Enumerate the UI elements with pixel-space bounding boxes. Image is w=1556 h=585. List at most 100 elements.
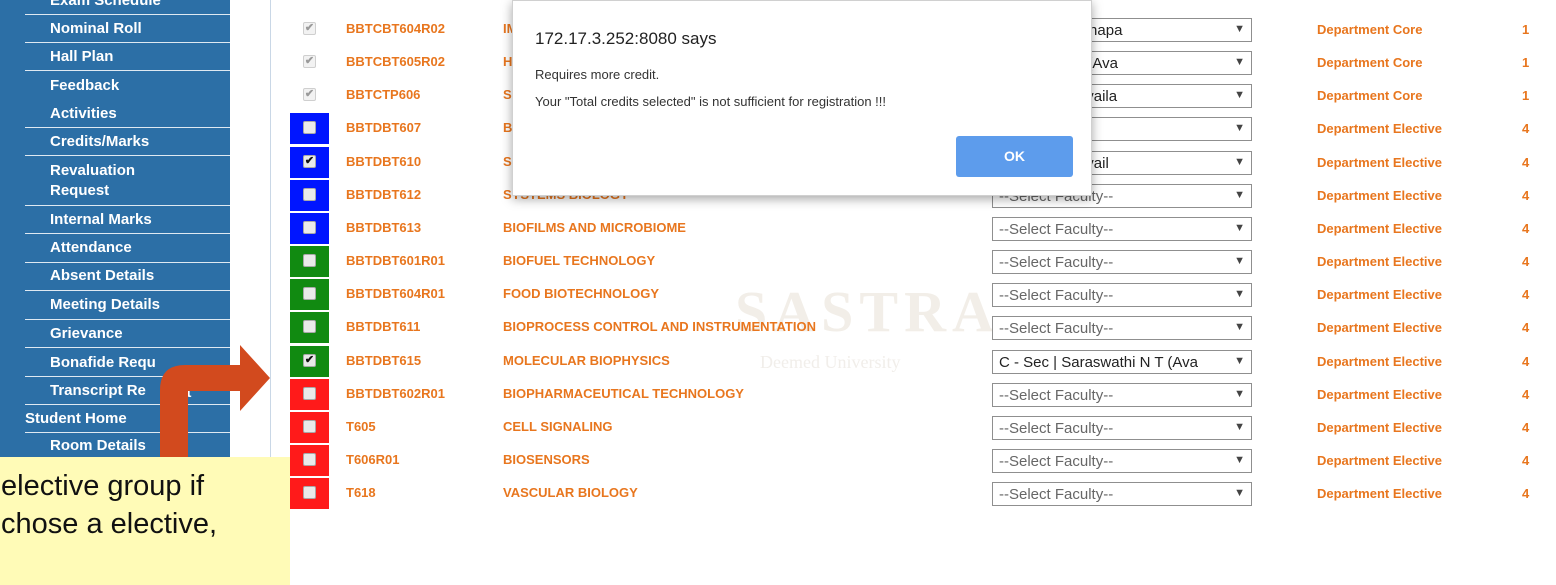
faculty-select[interactable]: --Select Faculty-- ▼ (992, 415, 1252, 440)
course-category: Department Elective (1317, 187, 1442, 203)
dropdown-arrow-icon: ▼ (1234, 255, 1245, 268)
course-credits: 4 (1522, 121, 1530, 137)
course-credits: 4 (1522, 254, 1530, 270)
course-checkbox[interactable]: ✔ (303, 55, 316, 69)
faculty-select-value: --Select Faculty-- (999, 320, 1114, 338)
course-title: BIOSENSORS (503, 451, 590, 467)
dropdown-arrow-icon: ▼ (1234, 89, 1245, 102)
course-title: BIOPHARMACEUTICAL TECHNOLOGY (503, 385, 744, 401)
course-checkbox[interactable] (303, 254, 316, 268)
course-code: BBTDBT607 (346, 120, 422, 136)
course-code: BBTDBT613 (346, 219, 422, 235)
course-checkbox[interactable]: ✔ (303, 88, 316, 102)
course-title: B (503, 120, 513, 136)
dropdown-arrow-icon: ▼ (1234, 487, 1245, 500)
faculty-select-value: --Select Faculty-- (999, 386, 1114, 404)
course-code: BBTDBT602R01 (346, 385, 445, 401)
course-category: Department Elective (1317, 121, 1442, 137)
course-checkbox[interactable] (303, 220, 316, 234)
dropdown-arrow-icon: ▼ (1234, 420, 1245, 433)
course-credits: 4 (1522, 419, 1530, 435)
course-credits: 4 (1522, 320, 1530, 336)
course-credits: 4 (1522, 386, 1530, 402)
annotation-note: elective group if chose a elective, (0, 457, 290, 585)
course-credits: 4 (1522, 287, 1530, 303)
faculty-select[interactable]: --Select Faculty-- ▼ (992, 216, 1252, 241)
table-row: BBTDBT611 BIOPROCESS CONTROL AND INSTRUME… (290, 312, 1556, 344)
course-checkbox[interactable] (303, 187, 316, 201)
annotation-arrow-icon (160, 345, 270, 470)
faculty-select-value: --Select Faculty-- (999, 486, 1114, 504)
course-credits: 1 (1522, 88, 1530, 104)
course-credits: 4 (1522, 452, 1530, 468)
course-credits: 1 (1522, 22, 1530, 37)
alert-dialog: 172.17.3.252:8080 says Requires more cre… (512, 0, 1092, 196)
course-checkbox[interactable] (303, 287, 316, 301)
course-checkbox[interactable] (303, 419, 316, 433)
faculty-select[interactable]: --Select Faculty-- ▼ (992, 283, 1252, 308)
annotation-line2: chose a elective, (1, 508, 218, 540)
course-checkbox[interactable] (303, 386, 316, 400)
course-title: VASCULAR BIOLOGY (503, 485, 638, 501)
course-credits: 4 (1522, 353, 1530, 369)
course-checkbox[interactable] (303, 320, 316, 334)
table-row: BBTDBT601R01 BIOFUEL TECHNOLOGY --Select F… (290, 246, 1556, 278)
course-title: BIOPROCESS CONTROL AND INSTRUMENTATION (503, 319, 816, 335)
dropdown-arrow-icon: ▼ (1234, 23, 1245, 35)
course-code: BBTDBT612 (346, 186, 422, 202)
course-code: T605 (346, 418, 376, 434)
table-row: BBTDBT613 BIOFILMS AND MICROBIOME --Select… (290, 212, 1556, 244)
course-category: Department Elective (1317, 486, 1442, 502)
course-credits: 4 (1522, 187, 1530, 203)
course-category: Department Core (1317, 22, 1423, 37)
faculty-select-value: --Select Faculty-- (999, 419, 1114, 437)
course-code: BBTDBT601R01 (346, 253, 445, 269)
table-row: BBTDBT602R01 BIOPHARMACEUTICAL TECHNOLOGY… (290, 378, 1556, 410)
faculty-select-value: --Select Faculty-- (999, 220, 1114, 238)
dropdown-arrow-icon: ▼ (1234, 56, 1245, 69)
course-category: Department Elective (1317, 419, 1442, 435)
course-title: H (503, 54, 513, 70)
dropdown-arrow-icon: ▼ (1234, 321, 1245, 334)
faculty-select[interactable]: C - Sec | Saraswathi N T (Ava ▼ (992, 349, 1252, 374)
course-credits: 4 (1522, 154, 1530, 170)
course-category: Department Elective (1317, 154, 1442, 170)
faculty-select-value: --Select Faculty-- (999, 287, 1114, 305)
course-credits: 4 (1522, 486, 1530, 502)
course-category: Department Elective (1317, 452, 1442, 468)
course-checkbox[interactable] (303, 486, 316, 500)
dropdown-arrow-icon: ▼ (1234, 453, 1245, 466)
course-title: BIOFUEL TECHNOLOGY (503, 253, 656, 269)
course-code: BBTDBT615 (346, 352, 422, 368)
dropdown-arrow-icon: ▼ (1234, 188, 1245, 201)
course-code: BBTCBT604R02 (346, 21, 445, 36)
course-checkbox[interactable] (303, 452, 316, 466)
course-category: Department Elective (1317, 287, 1442, 303)
faculty-select[interactable]: --Select Faculty-- ▼ (992, 316, 1252, 341)
ok-button[interactable]: OK (956, 136, 1073, 177)
dialog-message-line1: Requires more credit. (535, 67, 660, 82)
course-title: S (503, 153, 512, 169)
course-credits: 1 (1522, 55, 1530, 71)
faculty-select[interactable]: --Select Faculty-- ▼ (992, 250, 1252, 275)
dropdown-arrow-icon: ▼ (1234, 155, 1245, 168)
course-code: BBTDBT604R01 (346, 286, 445, 302)
course-code: BBTCBT605R02 (346, 54, 445, 70)
course-title: FOOD BIOTECHNOLOGY (503, 286, 659, 302)
course-checkbox[interactable] (303, 121, 316, 135)
faculty-select[interactable]: --Select Faculty-- ▼ (992, 482, 1252, 507)
course-checkbox[interactable]: ✔ (303, 353, 316, 367)
dialog-title: 172.17.3.252:8080 says (535, 29, 717, 48)
course-code: BBTDBT610 (346, 153, 422, 169)
faculty-select-value: C - Sec | Saraswathi N T (Ava (999, 353, 1198, 371)
course-checkbox[interactable]: ✔ (303, 154, 316, 168)
dialog-message-line2: Your "Total credits selected" is not suf… (535, 94, 887, 109)
table-row: BBTDBT604R01 FOOD BIOTECHNOLOGY --Select F… (290, 279, 1556, 311)
faculty-select[interactable]: --Select Faculty-- ▼ (992, 382, 1252, 407)
table-row: T618 VASCULAR BIOLOGY --Select Faculty-- ▼ D… (290, 478, 1556, 510)
course-category: Department Elective (1317, 320, 1442, 336)
table-row: T605 CELL SIGNALING --Select Faculty-- ▼ Dep… (290, 411, 1556, 443)
course-checkbox[interactable]: ✔ (303, 22, 316, 35)
course-category: Department Elective (1317, 220, 1442, 236)
faculty-select[interactable]: --Select Faculty-- ▼ (992, 448, 1252, 473)
